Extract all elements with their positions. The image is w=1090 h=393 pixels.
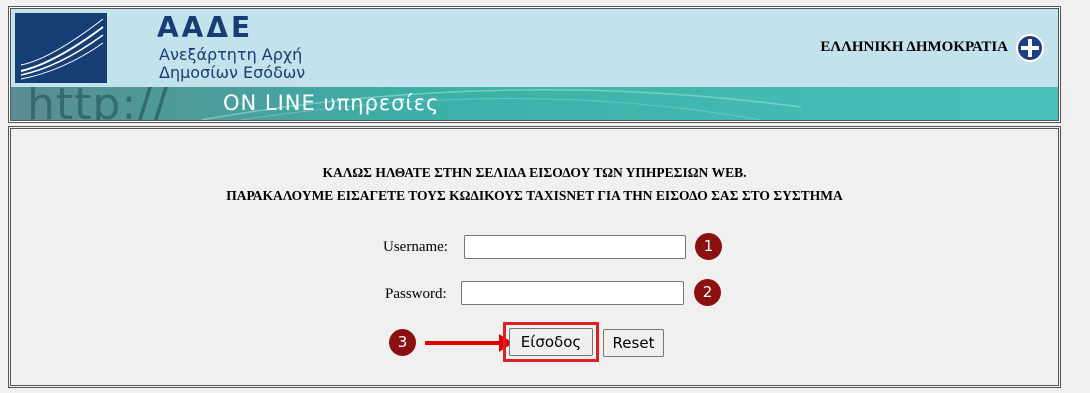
banner-online-text: ON LINE υπηρεσίες [223,91,440,115]
password-input[interactable] [461,281,684,305]
org-name-line2: Δημοσίων Εσόδων [159,63,306,82]
step-badge-3: 3 [389,329,416,356]
welcome-line-1: ΚΑΛΩΣ ΗΛΘΑΤΕ ΣΤΗΝ ΣΕΛΙΔΑ ΕΙΣΟΔΟΥ ΤΩΝ ΥΠΗ… [322,165,747,180]
banner-top: ΑΑΔΕ Ανεξάρτητη Αρχή Δημοσίων Εσόδων ΕΛΛ… [11,9,1058,87]
aade-logo-icon [15,13,107,83]
step-badge-1: 1 [695,233,722,260]
org-acronym: ΑΑΔΕ [157,11,254,44]
republic-title: ΕΛΛΗΝΙΚΗ ΔΗΜΟΚΡΑΤΙΑ [820,39,1008,55]
greek-emblem-icon [1016,34,1044,62]
annotation-arrow [425,341,503,345]
login-submit-button[interactable]: Είσοδος [509,328,593,356]
org-name-line1: Ανεξάρτητη Αρχή [159,45,303,64]
welcome-line-2: ΠΑΡΑΚΑΛΟΥΜΕ ΕΙΣΑΓΕΤΕ ΤΟΥΣ ΚΩΔΙΚΟΥΣ TAXIS… [226,188,843,203]
username-input[interactable] [464,235,686,259]
reset-button[interactable]: Reset [603,329,664,357]
banner-http-text: http:// [27,87,169,120]
online-services-banner: http:// ON LINE υπηρεσίες [11,87,1058,120]
login-panel: ΚΑΛΩΣ ΗΛΘΑΤΕ ΣΤΗΝ ΣΕΛΙΔΑ ΕΙΣΟΔΟΥ ΤΩΝ ΥΠΗ… [8,126,1061,388]
password-label: Password: [385,286,447,302]
username-label: Username: [383,239,448,255]
step-badge-2: 2 [694,279,721,306]
header-banner: ΑΑΔΕ Ανεξάρτητη Αρχή Δημοσίων Εσόδων ΕΛΛ… [8,6,1061,123]
